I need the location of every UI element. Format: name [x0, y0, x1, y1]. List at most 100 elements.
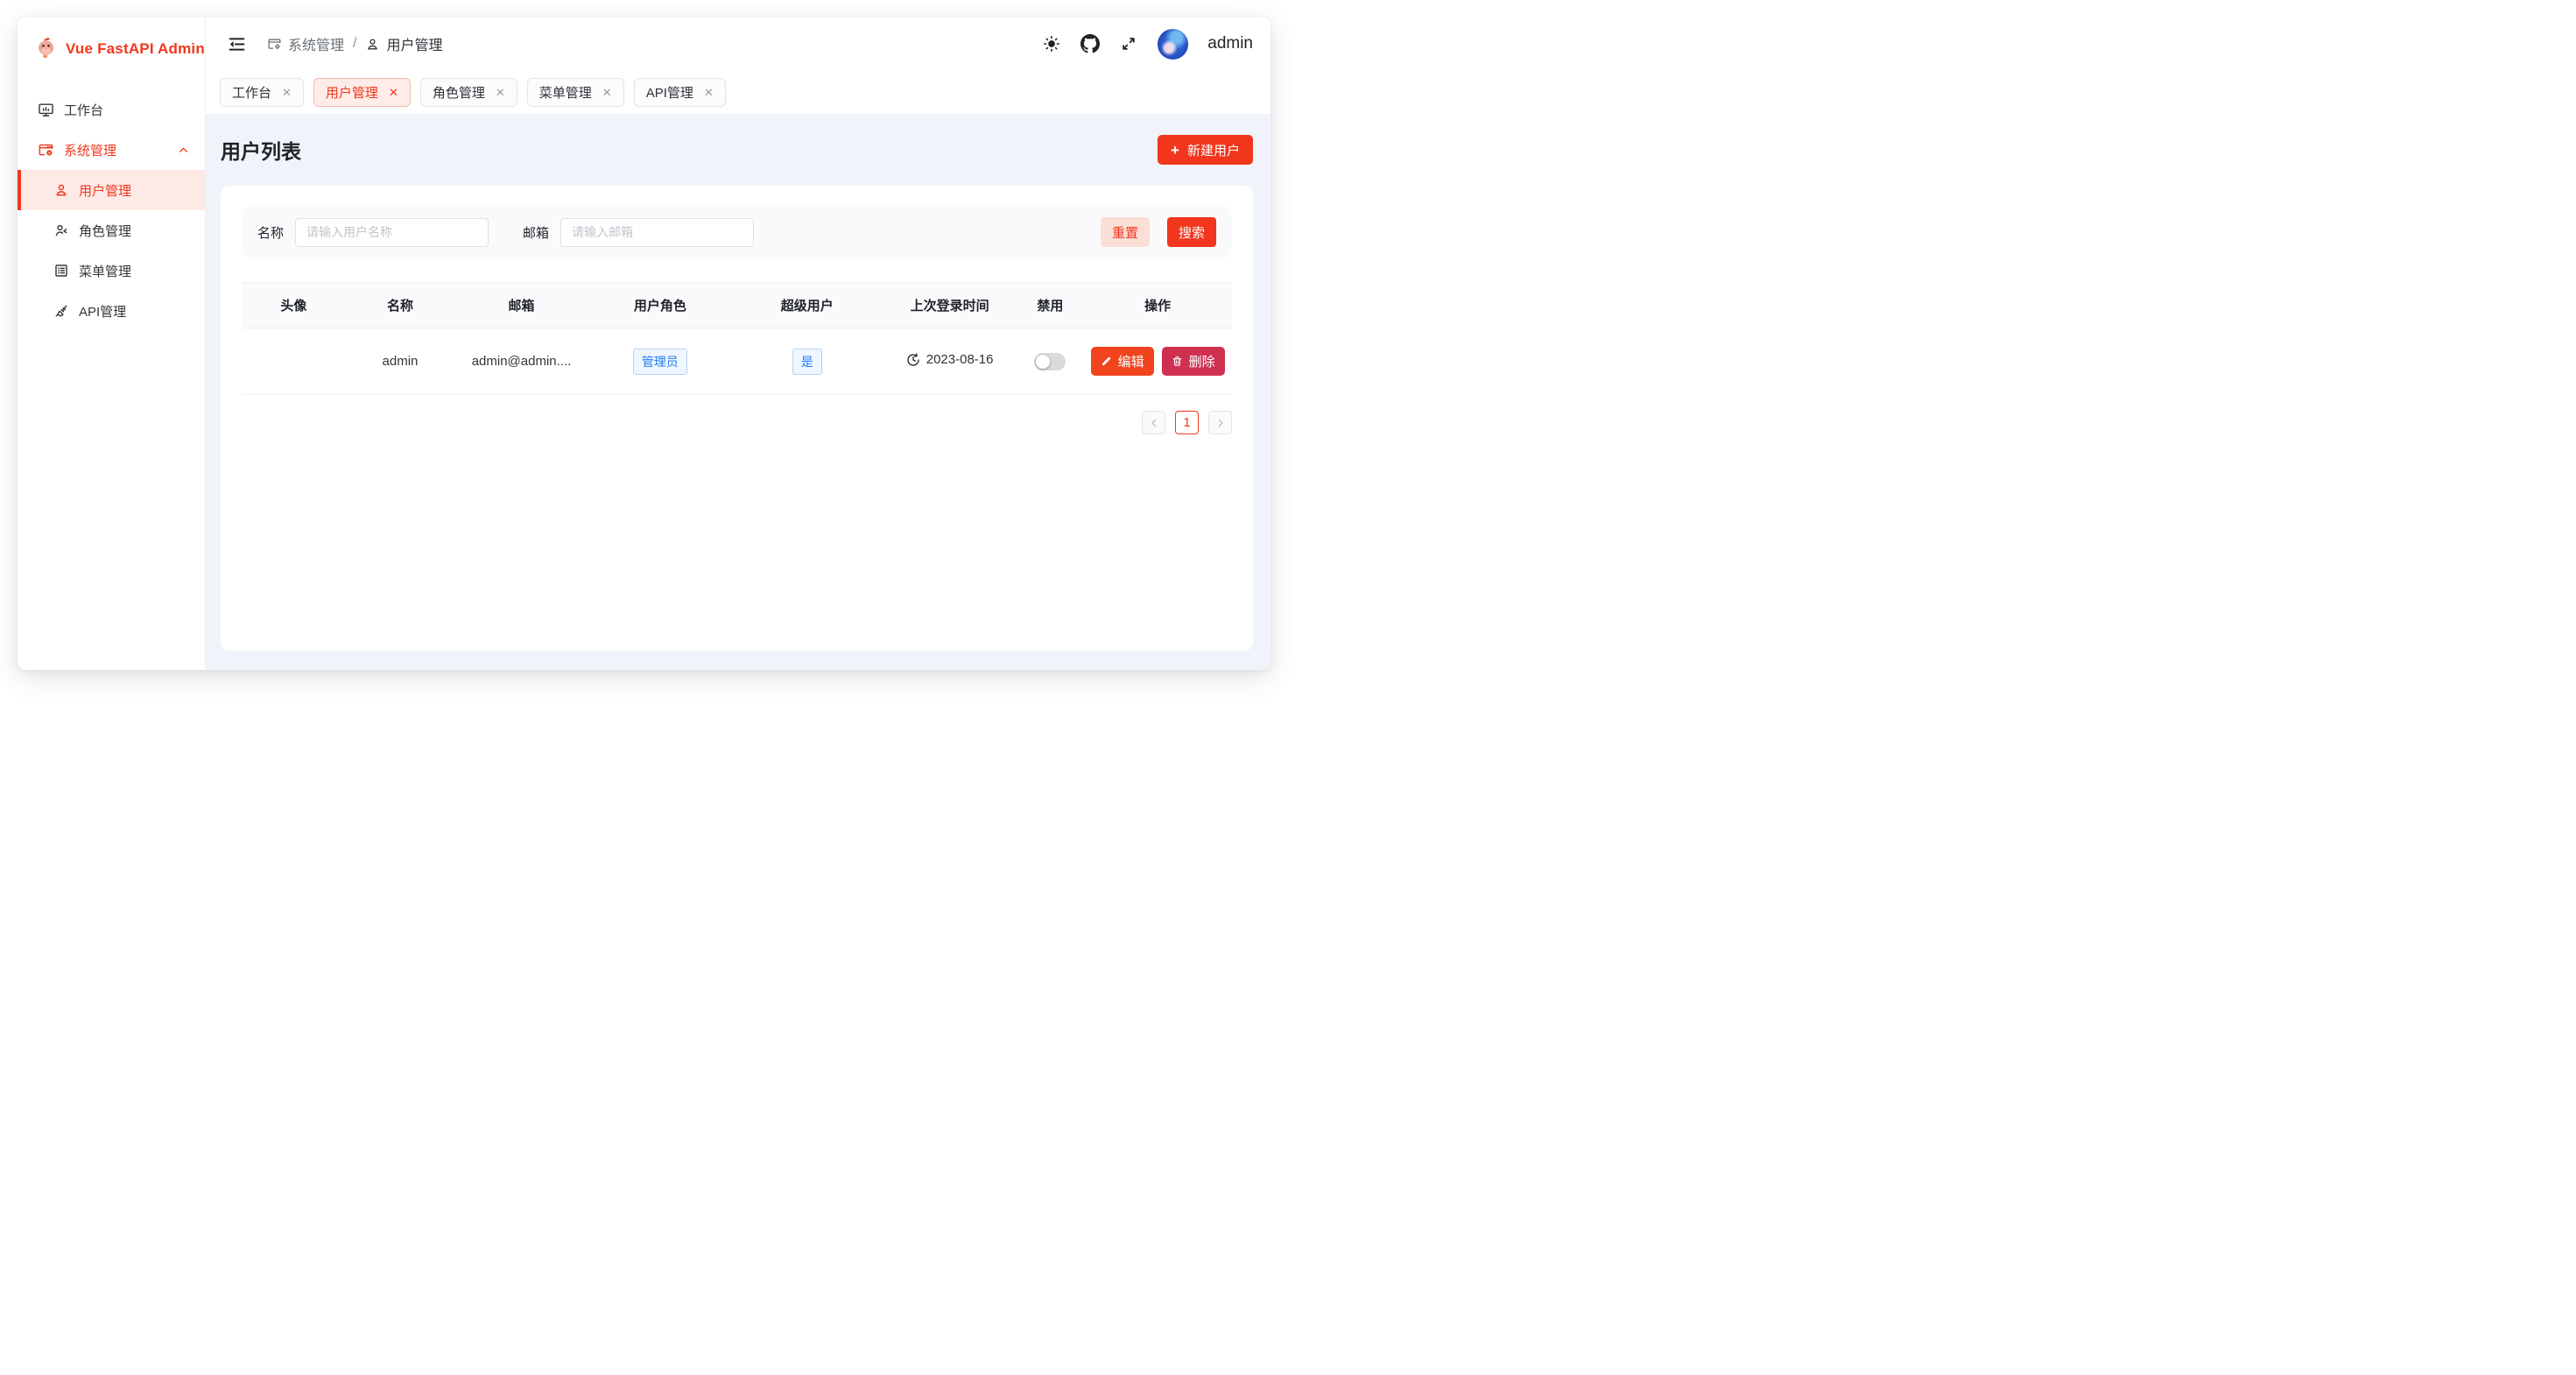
- col-role: 用户角色: [588, 283, 732, 328]
- sidebar-item-label: 角色管理: [79, 222, 131, 240]
- page-head: 用户列表 + 新建用户: [221, 114, 1253, 186]
- tab-workbench[interactable]: 工作台 ✕: [220, 78, 304, 107]
- table-header-row: 头像 名称 邮箱 用户角色 超级用户 上次登录时间 禁用 操作: [242, 283, 1232, 328]
- app-window: Vue FastAPI Admin 工作台 系统管理: [18, 18, 1270, 670]
- users-table: 头像 名称 邮箱 用户角色 超级用户 上次登录时间 禁用 操作: [242, 282, 1232, 395]
- chevron-right-icon: [1215, 418, 1226, 428]
- sidebar-menu: 工作台 系统管理: [18, 89, 205, 331]
- user-icon: [53, 182, 69, 198]
- table-row: admin admin@admin.... 管理员 是: [242, 328, 1232, 395]
- delete-button[interactable]: 删除: [1162, 347, 1225, 376]
- sidebar-item-api[interactable]: API管理: [18, 291, 205, 331]
- sidebar-item-label: 菜单管理: [79, 262, 131, 280]
- tab-label: 菜单管理: [539, 83, 592, 102]
- fullscreen-icon[interactable]: [1119, 34, 1138, 53]
- cell-last-login: 2023-08-16: [883, 328, 1017, 395]
- email-filter-input[interactable]: [560, 218, 754, 247]
- window-gear-icon: [267, 37, 282, 52]
- page-title: 用户列表: [221, 135, 301, 165]
- new-user-button[interactable]: + 新建用户: [1158, 135, 1253, 165]
- sidebar-item-label: 系统管理: [64, 141, 116, 159]
- user-role-icon: [53, 222, 69, 238]
- breadcrumb-separator: /: [353, 36, 356, 52]
- tab-label: API管理: [646, 83, 693, 102]
- email-filter-label: 邮箱: [523, 223, 549, 242]
- plus-icon: +: [1171, 143, 1179, 158]
- sidebar-item-label: API管理: [79, 302, 126, 321]
- page-content: 用户列表 + 新建用户 名称 邮箱 重置 搜索: [206, 114, 1270, 670]
- sidebar-item-users[interactable]: 用户管理: [18, 170, 205, 210]
- chevron-up-icon: [178, 145, 189, 156]
- pencil-icon: [1101, 356, 1112, 367]
- chevron-left-icon: [1149, 418, 1159, 428]
- chick-logo-icon: [35, 36, 58, 63]
- filter-bar: 名称 邮箱 重置 搜索: [242, 207, 1232, 257]
- cell-disabled: [1017, 328, 1084, 395]
- monitor-icon: [38, 102, 54, 118]
- sidebar-item-workbench[interactable]: 工作台: [18, 89, 205, 130]
- edit-button[interactable]: 编辑: [1091, 347, 1154, 376]
- name-filter-input[interactable]: [295, 218, 489, 247]
- sidebar-item-system[interactable]: 系统管理: [18, 130, 205, 170]
- window-gear-icon: [38, 142, 54, 159]
- reset-button[interactable]: 重置: [1101, 217, 1150, 247]
- breadcrumb-item-users[interactable]: 用户管理: [365, 33, 442, 54]
- breadcrumb: 系统管理 / 用户管理: [267, 33, 442, 54]
- sidebar-item-menus[interactable]: 菜单管理: [18, 250, 205, 291]
- tab-close-icon[interactable]: ✕: [496, 87, 505, 98]
- tab-close-icon[interactable]: ✕: [602, 87, 612, 98]
- tab-menus[interactable]: 菜单管理 ✕: [527, 78, 624, 107]
- disabled-toggle[interactable]: [1034, 353, 1066, 370]
- pagination: 1: [242, 411, 1232, 434]
- col-last-login: 上次登录时间: [883, 283, 1017, 328]
- sidebar-item-roles[interactable]: 角色管理: [18, 210, 205, 250]
- cell-superuser: 是: [732, 328, 883, 395]
- col-disabled: 禁用: [1017, 283, 1084, 328]
- breadcrumb-label: 用户管理: [386, 33, 442, 54]
- github-icon[interactable]: [1080, 34, 1100, 53]
- col-actions: 操作: [1083, 283, 1232, 328]
- sidebar-item-label: 用户管理: [79, 181, 131, 200]
- user-icon: [365, 37, 380, 52]
- main-area: 系统管理 / 用户管理: [206, 18, 1270, 670]
- users-card: 名称 邮箱 重置 搜索 头像: [221, 186, 1253, 651]
- tab-close-icon[interactable]: ✕: [282, 87, 292, 98]
- col-superuser: 超级用户: [732, 283, 883, 328]
- tab-api[interactable]: API管理 ✕: [634, 78, 726, 107]
- cell-actions: 编辑 删除: [1083, 328, 1232, 395]
- pagination-next-button[interactable]: [1208, 411, 1232, 434]
- breadcrumb-item-system[interactable]: 系统管理: [267, 33, 344, 54]
- header-username[interactable]: admin: [1207, 34, 1253, 53]
- tab-close-icon[interactable]: ✕: [704, 87, 714, 98]
- pagination-page-1[interactable]: 1: [1175, 411, 1199, 434]
- sidebar-item-label: 工作台: [64, 101, 103, 119]
- theme-toggle-icon[interactable]: [1042, 34, 1061, 53]
- sidebar-collapse-icon[interactable]: [227, 34, 246, 53]
- menu-list-icon: [53, 263, 69, 279]
- pagination-prev-button[interactable]: [1142, 411, 1165, 434]
- tab-bar: 工作台 ✕ 用户管理 ✕ 角色管理 ✕ 菜单管理 ✕ API管理 ✕: [206, 70, 1270, 114]
- cell-avatar: [242, 328, 346, 395]
- last-login-value: 2023-08-16: [926, 352, 994, 367]
- breadcrumb-label: 系统管理: [288, 33, 344, 54]
- top-header: 系统管理 / 用户管理: [206, 18, 1270, 70]
- tab-close-icon[interactable]: ✕: [389, 87, 398, 98]
- tab-label: 工作台: [232, 83, 271, 102]
- header-actions: admin: [1042, 29, 1253, 60]
- tab-roles[interactable]: 角色管理 ✕: [420, 78, 517, 107]
- tab-users[interactable]: 用户管理 ✕: [313, 78, 411, 107]
- name-filter-label: 名称: [257, 223, 284, 242]
- cell-email: admin@admin....: [454, 328, 588, 395]
- clock-icon: [906, 353, 920, 367]
- search-button[interactable]: 搜索: [1167, 217, 1216, 247]
- superuser-tag: 是: [792, 349, 822, 375]
- sidebar: Vue FastAPI Admin 工作台 系统管理: [18, 18, 206, 670]
- user-avatar[interactable]: [1158, 29, 1188, 60]
- col-name: 名称: [346, 283, 454, 328]
- plug-icon: [53, 303, 69, 319]
- trash-icon: [1172, 356, 1183, 367]
- app-logo[interactable]: Vue FastAPI Admin: [18, 18, 205, 67]
- tab-label: 角色管理: [433, 83, 485, 102]
- role-tag: 管理员: [633, 349, 687, 375]
- col-email: 邮箱: [454, 283, 588, 328]
